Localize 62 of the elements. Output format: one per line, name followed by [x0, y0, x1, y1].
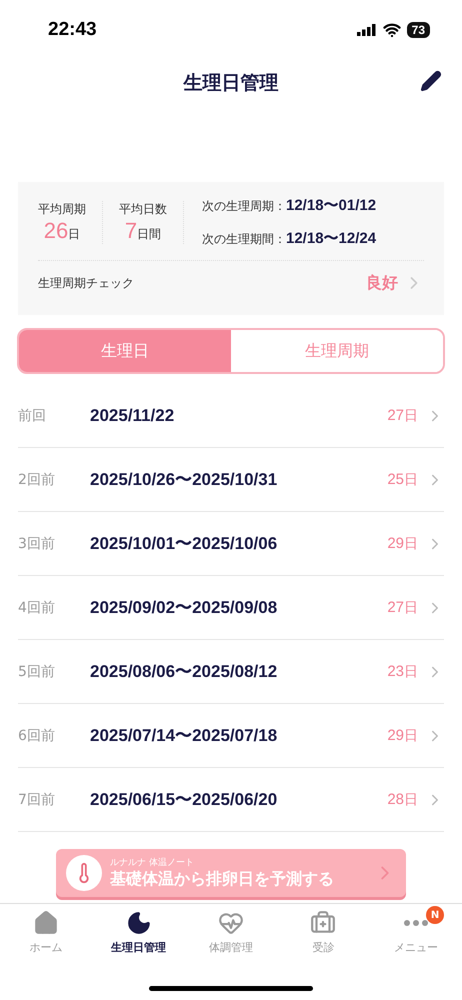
period-dates: 2025/08/06〜2025/08/12 [90, 661, 278, 683]
stat-label: 平均周期 [38, 200, 86, 218]
moon-icon [126, 910, 152, 936]
stat-unit: 日間 [137, 226, 162, 242]
cycle-days: 29 [387, 535, 404, 552]
history-row[interactable]: 5回前 2025/08/06〜2025/08/12 23日 [18, 640, 444, 704]
day-unit: 日 [404, 662, 418, 680]
history-row[interactable]: 3回前 2025/10/01〜2025/10/06 29日 [18, 512, 444, 576]
period-dates: 2025/09/02〜2025/09/08 [90, 597, 278, 619]
history-row[interactable]: 前回 2025/11/22 27日 [18, 384, 444, 448]
edit-button[interactable] [420, 70, 442, 92]
row-label: 前回 [18, 406, 47, 424]
battery-icon: 73 [406, 22, 430, 38]
stat-unit: 日 [68, 226, 80, 242]
status-time: 22:43 [48, 19, 97, 41]
history-row[interactable]: 6回前 2025/07/14〜2025/07/18 29日 [18, 704, 444, 768]
banner-title: 基礎体温から排卵日を予測する [110, 869, 334, 890]
period-dates: 2025/10/01〜2025/10/06 [90, 533, 278, 555]
stat-label: 平均日数 [119, 200, 167, 218]
cycle-days: 25 [387, 471, 404, 488]
period-dates: 2025/10/26〜2025/10/31 [90, 469, 278, 491]
check-label: 生理周期チェック [38, 274, 134, 292]
notification-badge: N [426, 906, 444, 924]
nav-item[interactable]: 生理日管理 [92, 910, 185, 972]
day-unit: 日 [404, 598, 418, 616]
heart-pulse-icon [218, 910, 244, 936]
cycle-days: 23 [387, 663, 404, 680]
wifi-icon [382, 21, 401, 39]
day-unit: 日 [404, 534, 418, 552]
row-label: 5回前 [18, 662, 56, 680]
row-label: 4回前 [18, 598, 56, 616]
stat-value: 26 [44, 218, 68, 244]
cycle-days: 27 [387, 599, 404, 616]
next-value: 12/18〜01/12 [286, 196, 376, 215]
history-row[interactable]: 2回前 2025/10/26〜2025/10/31 25日 [18, 448, 444, 512]
signal-icon [356, 24, 377, 36]
medical-kit-icon [310, 910, 336, 936]
home-icon [33, 910, 60, 936]
next-value: 12/18〜12/24 [286, 229, 376, 248]
cycle-days: 27 [387, 407, 404, 424]
period-dates: 2025/07/14〜2025/07/18 [90, 725, 278, 747]
history-row[interactable]: 4回前 2025/09/02〜2025/09/08 27日 [18, 576, 444, 640]
stat-value: 7 [124, 218, 138, 244]
period-dates: 2025/11/22 [90, 406, 176, 426]
cycle-days: 28 [387, 791, 404, 808]
row-label: 2回前 [18, 470, 56, 488]
cycle-days: 29 [387, 727, 404, 744]
row-label: 6回前 [18, 726, 56, 744]
history-row[interactable]: 7回前 2025/06/15〜2025/06/20 28日 [18, 768, 444, 832]
check-result: 良好 [366, 272, 398, 294]
row-label: 7回前 [18, 790, 56, 808]
page-title: 生理日管理 [184, 71, 278, 96]
banner-subtitle: ルナルナ 体温ノート [110, 856, 194, 869]
day-unit: 日 [404, 406, 418, 424]
row-label: 3回前 [18, 534, 56, 552]
period-dates: 2025/06/15〜2025/06/20 [90, 789, 278, 811]
day-unit: 日 [404, 726, 418, 744]
next-label: 次の生理周期： [202, 198, 286, 215]
more-icon [404, 920, 428, 926]
next-label: 次の生理期間： [202, 231, 286, 248]
day-unit: 日 [404, 790, 418, 808]
day-unit: 日 [404, 470, 418, 488]
